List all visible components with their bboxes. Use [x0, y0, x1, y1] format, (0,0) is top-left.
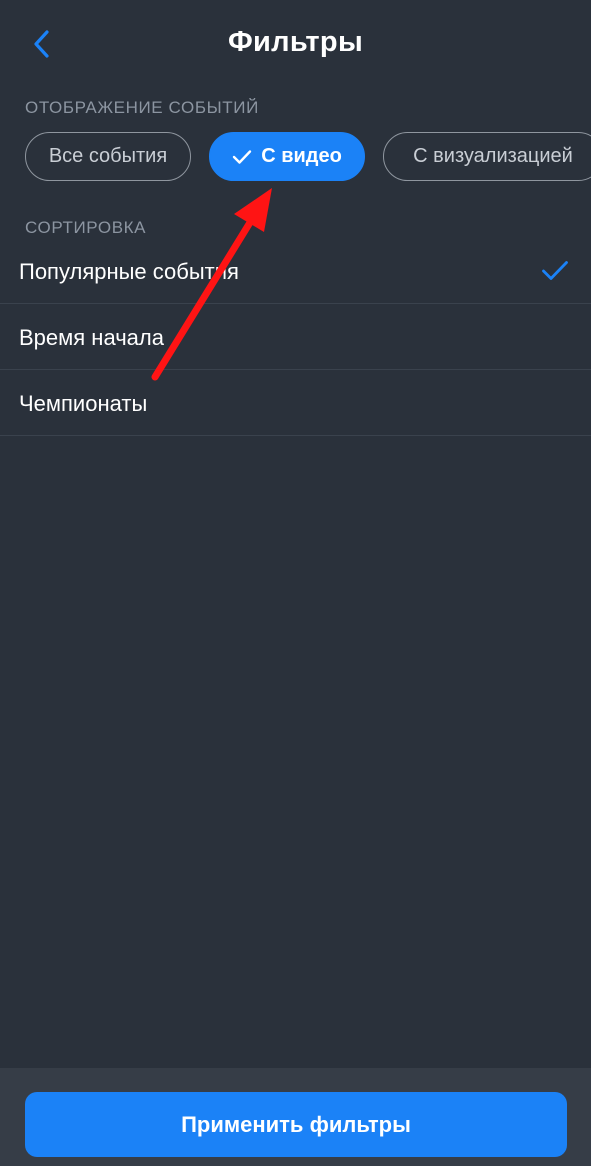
- header: Фильтры: [0, 0, 591, 90]
- sort-item-label: Время начала: [19, 325, 164, 350]
- sort-item-label: Популярные события: [19, 259, 239, 284]
- sort-item-popular[interactable]: Популярные события: [0, 238, 591, 304]
- sort-item-start-time[interactable]: Время начала: [0, 304, 591, 370]
- chip-with-video[interactable]: С видео: [209, 132, 365, 181]
- sort-item-label: Чемпионаты: [19, 391, 148, 416]
- page-title: Фильтры: [227, 26, 364, 58]
- bottom-bar: Применить фильтры: [0, 1068, 591, 1166]
- sort-item-championships[interactable]: Чемпионаты: [0, 370, 591, 436]
- chip-with-visualization-label: С визуализацией: [413, 145, 573, 167]
- chip-all-events[interactable]: Все события: [25, 132, 191, 181]
- display-section-label: ОТОБРАЖЕНИЕ СОБЫТИЙ: [25, 98, 259, 117]
- checkmark-icon: [232, 149, 252, 165]
- display-chips: Все события С видео С визуализацией: [25, 132, 591, 182]
- chip-all-events-label: Все события: [48, 145, 168, 167]
- filters-screen: Фильтры ОТОБРАЖЕНИЕ СОБЫТИЙ Все события …: [0, 0, 591, 1166]
- sort-list: Популярные события Время начала Чемпиона…: [0, 238, 591, 436]
- chip-with-video-label: С видео: [261, 145, 342, 167]
- chip-with-visualization[interactable]: С визуализацией: [383, 132, 591, 181]
- apply-filters-button[interactable]: Применить фильтры: [25, 1092, 567, 1157]
- sort-section-label: СОРТИРОВКА: [25, 218, 147, 237]
- checkmark-icon: [541, 260, 569, 287]
